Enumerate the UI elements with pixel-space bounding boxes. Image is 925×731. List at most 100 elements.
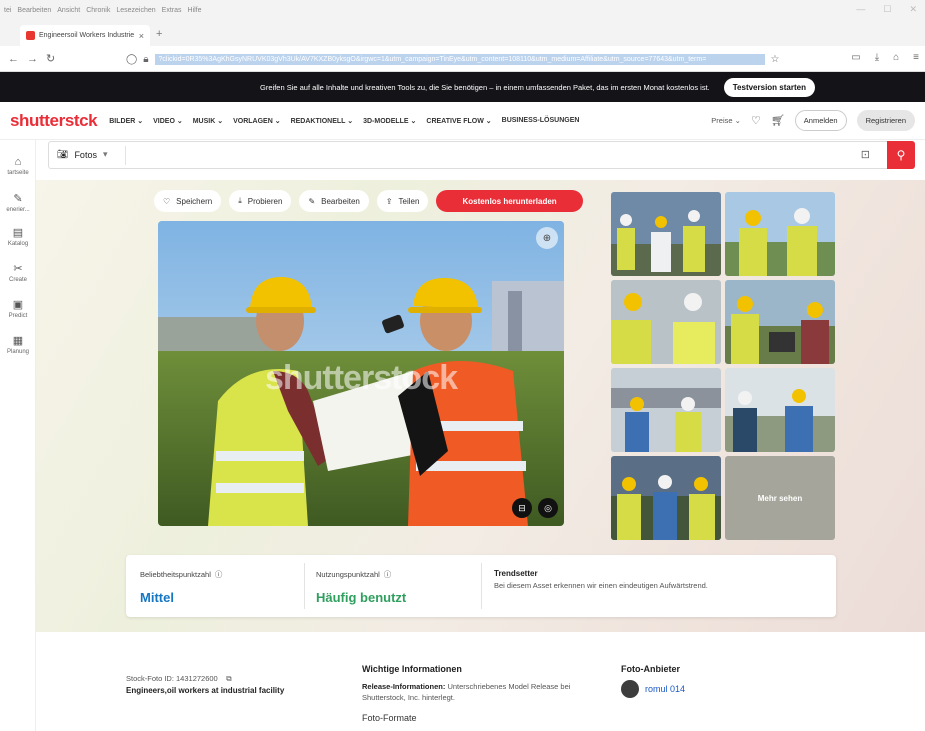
menu-item[interactable]: tei (4, 7, 11, 14)
asset-hero: ♡ Speichern ⤓ Probieren ✎ Bearbeiten ⇪ Teile… (36, 180, 925, 632)
prices-link[interactable]: Preise ⌄ (711, 116, 741, 125)
left-sidebar: ⌂ tartseite ✎ enerier... ▤ Katalog ✂ Cre… (0, 140, 36, 731)
minimize-icon[interactable]: — (856, 4, 865, 15)
new-tab-icon[interactable]: + (156, 28, 162, 40)
thumbnail[interactable] (725, 280, 835, 364)
url-bar[interactable]: ◯ 🔒︎ ?clickid=0R35%3AgKhGsyNRUVK03gVh3Uk… (126, 51, 790, 67)
thumbnail[interactable] (725, 192, 835, 276)
menu-icon[interactable]: ≡ (913, 52, 919, 63)
thumbnail-image (611, 456, 721, 540)
generate-icon: ✎ (13, 193, 23, 205)
sidebar-item-catalog[interactable]: ▤ Katalog (0, 226, 36, 247)
watermark-text: shutterstock (264, 359, 458, 397)
sidebar-item-predict[interactable]: ▣ Predict (0, 298, 36, 319)
sidebar-item-generate[interactable]: ✎ enerier... (0, 192, 36, 213)
register-button[interactable]: Registrieren (856, 110, 915, 131)
crop-icon[interactable]: ⊟ (512, 498, 532, 518)
nav-creative-flow[interactable]: CREATIVE FLOW ⌄ (426, 117, 491, 125)
download-icon[interactable]: ⤓ (875, 52, 879, 63)
save-button[interactable]: ♡ Speichern (154, 190, 222, 212)
share-icon: ⇪ (385, 196, 393, 206)
thumbnail[interactable] (611, 280, 721, 364)
edit-button[interactable]: ✎ Bearbeiten (299, 190, 369, 212)
formats-heading: Foto-Formate (362, 713, 417, 723)
maximize-icon[interactable]: ☐ (883, 4, 891, 15)
back-icon[interactable]: ← (8, 53, 19, 65)
see-more-button[interactable]: Mehr sehen (725, 456, 835, 540)
menu-item[interactable]: Extras (162, 7, 182, 14)
similar-icon[interactable]: ◎ (538, 498, 558, 518)
pocket-icon[interactable]: ▭ (851, 52, 860, 63)
copy-icon[interactable]: ⧉ (226, 674, 231, 683)
browser-tab[interactable]: Engineersoil Workers Industrie × (20, 25, 150, 46)
usage-stat: Nutzungspunktzahl ⓘ Häufig benutzt (316, 569, 406, 605)
sidebar-item-home[interactable]: ⌂ tartseite (0, 156, 36, 176)
sidebar-item-create[interactable]: ✂ Create (0, 262, 36, 283)
menu-item[interactable]: Chronik (86, 7, 110, 14)
related-thumbnails: Mehr sehen (611, 192, 836, 540)
trial-button[interactable]: Testversion starten (723, 77, 815, 97)
zoom-icon[interactable]: ⊕ (536, 227, 558, 249)
nav-business[interactable]: BUSINESS-LÖSUNGEN (502, 117, 580, 125)
nav-3d-models[interactable]: 3D-MODELLE ⌄ (363, 117, 416, 125)
cart-icon[interactable]: 🛒︎ (771, 114, 785, 127)
thumbnail[interactable] (611, 368, 721, 452)
menu-item[interactable]: Lesezeichen (116, 7, 155, 14)
share-button[interactable]: ⇪ Teilen (376, 190, 429, 212)
login-button[interactable]: Anmelden (794, 110, 847, 131)
nav-video[interactable]: VIDEO ⌄ (153, 117, 183, 125)
promo-text: Greifen Sie auf alle Inhalte und kreativ… (260, 82, 710, 92)
menu-item[interactable]: Bearbeiten (17, 7, 51, 14)
reload-icon[interactable]: ↻ (46, 52, 55, 65)
provider-name[interactable]: romul 014 (645, 684, 685, 694)
search-type-select[interactable]: 📷︎ Fotos ▾ (57, 149, 107, 160)
bookmark-star-icon[interactable]: ☆ (771, 54, 780, 65)
close-tab-icon[interactable]: × (139, 31, 144, 41)
save-label: Speichern (176, 196, 213, 206)
trend-stat: Trendsetter Bei diesem Asset erkennen wi… (494, 569, 708, 590)
search-input[interactable] (131, 146, 831, 165)
browser-menubar: tei Bearbeiten Ansicht Chronik Lesezeich… (0, 0, 925, 20)
predict-icon: ▣ (12, 299, 24, 311)
shield-icon[interactable]: ◯ (126, 54, 137, 65)
download-free-button[interactable]: Kostenlos herunterladen (436, 190, 583, 212)
search-bar: 📷︎ Fotos ▾ ⊡ ⚲ (48, 141, 915, 169)
sidebar-item-planning[interactable]: ▦ Planung (0, 334, 36, 355)
image-search-icon[interactable]: ⊡ (861, 148, 870, 161)
lock-icon[interactable]: 🔒︎ (143, 54, 148, 65)
avatar (621, 680, 639, 698)
menu-item[interactable]: Hilfe (188, 7, 202, 14)
try-button[interactable]: ⤓ Probieren (229, 190, 292, 212)
nav-music[interactable]: MUSIK ⌄ (193, 117, 223, 125)
main-photo[interactable]: shutterstock ⊕ ⊟ ◎ (158, 221, 564, 526)
camera-icon: 📷︎ (57, 149, 69, 159)
create-icon: ✂ (13, 263, 23, 275)
browser-navbar: ← → ↻ ◯ 🔒︎ ?clickid=0R35%3AgKhGsyNRUVK03… (0, 46, 925, 72)
usage-label-row: Nutzungspunktzahl ⓘ (316, 569, 406, 580)
photo-title: Engineers,oil workers at industrial faci… (126, 686, 285, 695)
close-window-icon[interactable]: ✕ (909, 4, 917, 15)
browser-tabbar: Engineersoil Workers Industrie × + ⌄ (0, 20, 925, 59)
extensions-icon[interactable]: ⌂ (893, 52, 899, 63)
url-text[interactable]: ?clickid=0R35%3AgKhGsyNRUVK03gVh3Uk/AV7K… (154, 53, 765, 65)
popularity-value: Mittel (140, 590, 174, 605)
thumbnail[interactable] (725, 368, 835, 452)
favicon-icon (26, 31, 35, 40)
sidebar-item-label: Planung (6, 349, 30, 355)
nav-images[interactable]: BILDER ⌄ (109, 117, 143, 125)
nav-templates[interactable]: VORLAGEN ⌄ (233, 117, 280, 125)
shutterstock-logo[interactable]: shutterstck (10, 111, 98, 131)
stats-divider (481, 563, 482, 609)
forward-icon[interactable]: → (27, 53, 38, 65)
thumbnail[interactable] (611, 192, 721, 276)
site-header: shutterstck BILDER ⌄ VIDEO ⌄ MUSIK ⌄ VOR… (0, 102, 925, 140)
menu-item[interactable]: Ansicht (57, 7, 80, 14)
thumbnail-image (611, 192, 721, 276)
thumbnail[interactable] (611, 456, 721, 540)
heart-icon[interactable]: ♡ (751, 114, 761, 127)
search-button[interactable]: ⚲ (887, 141, 915, 169)
help-icon[interactable]: ⓘ (384, 569, 392, 580)
nav-editorial[interactable]: REDAKTIONELL ⌄ (291, 117, 354, 125)
help-icon[interactable]: ⓘ (215, 569, 223, 580)
provider-row[interactable]: romul 014 (621, 680, 685, 698)
